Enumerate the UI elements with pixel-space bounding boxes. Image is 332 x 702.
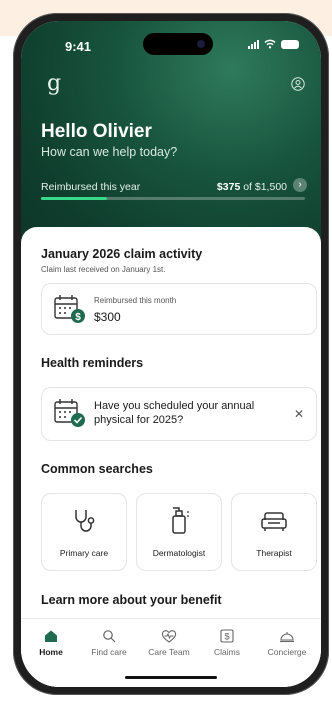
tab-bar: Home Find care Care Team $ Claims Concie… <box>21 618 321 687</box>
tile-label: Therapist <box>256 548 292 558</box>
wifi-icon <box>264 39 276 49</box>
learn-more-title: Learn more about your benefit <box>41 593 222 607</box>
health-reminder-card[interactable]: Have you scheduled your annual physical … <box>41 387 317 441</box>
reimbursed-amount: $375 <box>216 181 241 193</box>
signal-icon <box>248 39 259 49</box>
status-time: 9:41 <box>65 39 92 54</box>
phone-frame: 9:41 g Hello Olivier How can we help tod… <box>13 13 329 695</box>
reminder-text: Have you scheduled your annual physical … <box>94 400 255 426</box>
heart-pulse-icon <box>161 630 177 643</box>
search-tile-therapist[interactable]: Therapist <box>231 493 317 571</box>
profile-icon[interactable] <box>291 77 305 91</box>
battery-icon <box>281 39 299 49</box>
home-indicator <box>125 676 217 679</box>
bell-icon <box>280 632 294 643</box>
progress-fill <box>41 197 107 200</box>
search-tile-dermatologist[interactable]: Dermatologist <box>136 493 222 571</box>
tab-concierge[interactable]: Concierge <box>259 627 315 657</box>
reimbursed-total: of $1,500 <box>243 181 287 193</box>
tile-label: Primary care <box>59 548 109 558</box>
reimbursement-progress <box>41 197 305 200</box>
calendar-check-icon <box>54 399 85 427</box>
lotion-bottle-icon <box>172 507 189 534</box>
tab-claims[interactable]: $ Claims <box>199 627 255 657</box>
tab-home[interactable]: Home <box>23 627 79 657</box>
search-tile-primary-care[interactable]: Primary care <box>41 493 127 571</box>
tab-label: Claims <box>214 647 240 657</box>
claim-card-label: Reimbursed this month <box>94 296 177 305</box>
tile-label: Dermatologist <box>152 548 206 558</box>
app-screen: 9:41 g Hello Olivier How can we help tod… <box>21 21 321 687</box>
reimbursed-year-value[interactable]: $375 of $1,500 <box>217 181 287 193</box>
reimbursed-year-label: Reimbursed this year <box>41 181 141 193</box>
svg-text:$: $ <box>75 312 81 323</box>
calendar-dollar-icon: $ <box>54 295 85 323</box>
tab-find-care[interactable]: Find care <box>81 627 137 657</box>
claim-card-value: $300 <box>94 310 121 324</box>
home-icon <box>45 630 57 642</box>
health-reminders-title: Health reminders <box>41 356 144 370</box>
tab-label: Concierge <box>267 647 307 657</box>
couch-icon <box>261 512 287 531</box>
svg-text:$: $ <box>224 632 229 642</box>
tab-label: Home <box>39 647 63 657</box>
stethoscope-icon <box>75 510 95 532</box>
tab-label: Care Team <box>148 647 190 657</box>
tab-label: Find care <box>91 647 127 657</box>
status-indicators <box>248 39 299 49</box>
claim-activity-subtitle: Claim last received on January 1st. <box>41 265 166 274</box>
tab-care-team[interactable]: Care Team <box>141 627 197 657</box>
claim-activity-title: January 2026 claim activity <box>41 247 203 261</box>
chevron-right-icon[interactable]: › <box>293 178 307 192</box>
claim-activity-card[interactable]: $ Reimbursed this month $300 <box>41 283 317 335</box>
close-icon[interactable]: ✕ <box>294 407 304 421</box>
common-searches-title: Common searches <box>41 462 153 476</box>
dollar-document-icon: $ <box>220 629 234 643</box>
brand-logo: g <box>47 71 62 96</box>
greeting-subtitle: How can we help today? <box>41 145 178 159</box>
search-icon <box>103 630 116 643</box>
greeting-title: Hello Olivier <box>41 121 152 142</box>
dynamic-island <box>143 33 213 55</box>
hero-header: 9:41 g Hello Olivier How can we help tod… <box>21 21 321 261</box>
